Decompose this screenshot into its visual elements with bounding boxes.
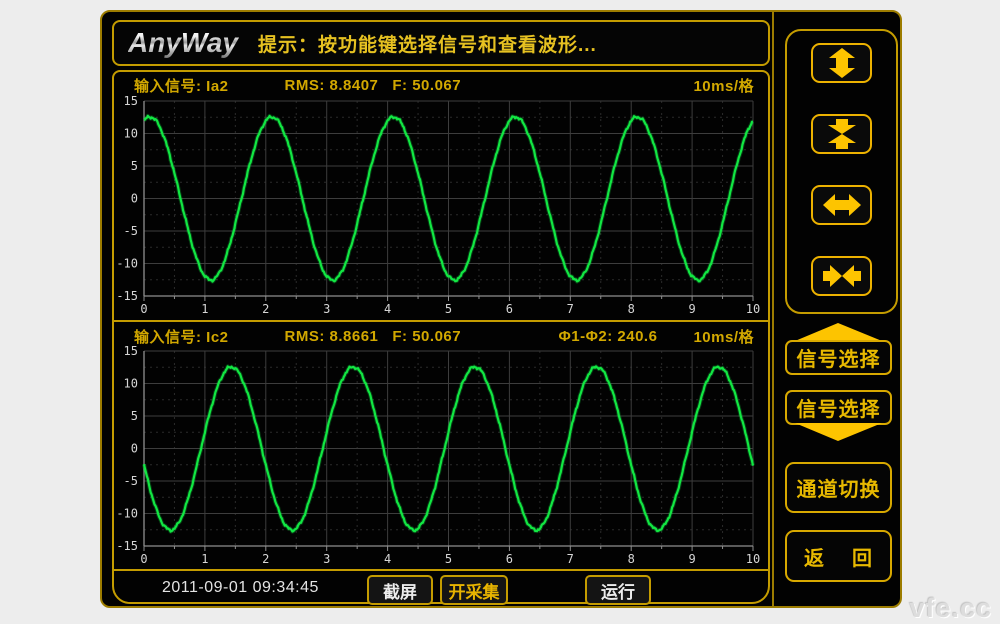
svg-text:5: 5 xyxy=(131,409,138,423)
svg-text:5: 5 xyxy=(131,159,138,173)
svg-text:10: 10 xyxy=(124,127,138,141)
channel-switch-button[interactable]: 通道切换 xyxy=(785,462,892,513)
back-button[interactable]: 返 回 xyxy=(785,530,892,582)
sidebar: 信号选择 信号选择 通道切换 返 回 xyxy=(772,12,900,606)
svg-text:6: 6 xyxy=(506,302,513,316)
waveform-chart-2: 151050-5-10-15012345678910 xyxy=(116,344,768,570)
signal-select-down-arrow-icon[interactable] xyxy=(795,423,882,441)
svg-text:7: 7 xyxy=(567,552,574,566)
svg-text:4: 4 xyxy=(384,552,391,566)
screenshot-button[interactable]: 截屏 xyxy=(367,575,433,605)
expand-vertical-button[interactable] xyxy=(811,43,872,83)
svg-text:15: 15 xyxy=(124,94,138,108)
waveform-chart-1: 151050-5-10-15012345678910 xyxy=(116,94,768,320)
channel1-rms: RMS: 8.8407 xyxy=(285,77,379,94)
footer-bar: 2011-09-01 09:34:45 截屏 开采集 运行 xyxy=(114,571,768,604)
svg-text:-15: -15 xyxy=(116,289,138,303)
svg-text:8: 8 xyxy=(628,302,635,316)
svg-text:3: 3 xyxy=(323,302,330,316)
expand-horizontal-button[interactable] xyxy=(811,185,872,225)
signal-select-down-button[interactable]: 信号选择 xyxy=(785,390,892,425)
svg-text:0: 0 xyxy=(131,442,138,456)
svg-text:0: 0 xyxy=(140,302,147,316)
expand-vertical-icon xyxy=(823,48,861,78)
svg-text:2: 2 xyxy=(262,552,269,566)
back-label-right: 回 xyxy=(852,542,873,571)
svg-text:-15: -15 xyxy=(116,539,138,553)
svg-text:1: 1 xyxy=(201,552,208,566)
svg-text:10: 10 xyxy=(124,377,138,391)
collapse-horizontal-icon xyxy=(822,262,862,290)
svg-text:-5: -5 xyxy=(124,474,138,488)
svg-text:7: 7 xyxy=(567,302,574,316)
watermark: vfe.cc xyxy=(909,593,992,624)
back-label-left: 返 xyxy=(804,542,825,571)
analyzer-screen: AnyWay 提示：按功能键选择信号和查看波形... 输入信号: Ia2 RMS… xyxy=(100,10,902,608)
channel1-frequency: F: 50.067 xyxy=(392,77,461,94)
channel2-frequency: F: 50.067 xyxy=(392,328,461,345)
svg-text:5: 5 xyxy=(445,302,452,316)
svg-text:6: 6 xyxy=(506,552,513,566)
svg-text:0: 0 xyxy=(131,192,138,206)
signal-select-up-button[interactable]: 信号选择 xyxy=(785,340,892,375)
svg-text:-10: -10 xyxy=(116,507,138,521)
expand-horizontal-icon xyxy=(822,191,862,219)
start-acquire-button[interactable]: 开采集 xyxy=(440,575,508,605)
channel-divider xyxy=(114,320,768,322)
channel1-timebase: 10ms/格 xyxy=(693,75,754,96)
svg-text:5: 5 xyxy=(445,552,452,566)
collapse-horizontal-button[interactable] xyxy=(811,256,872,296)
zoom-button-group xyxy=(785,29,898,314)
svg-text:0: 0 xyxy=(140,552,147,566)
svg-text:-5: -5 xyxy=(124,224,138,238)
run-button[interactable]: 运行 xyxy=(585,575,651,605)
svg-text:2: 2 xyxy=(262,302,269,316)
brand-logo: AnyWay xyxy=(128,27,242,59)
signal-select-down-label: 信号选择 xyxy=(797,393,881,422)
phase-difference: Φ1-Φ2: 240.6 xyxy=(558,328,657,345)
channel-switch-label: 通道切换 xyxy=(797,473,881,502)
timestamp: 2011-09-01 09:34:45 xyxy=(162,579,319,597)
signal-select-up-label: 信号选择 xyxy=(797,343,881,372)
svg-text:8: 8 xyxy=(628,552,635,566)
channel2-rms: RMS: 8.8661 xyxy=(285,328,379,345)
waveform-panel: 输入信号: Ia2 RMS: 8.8407 F: 50.067 10ms/格 1… xyxy=(112,70,770,604)
collapse-vertical-button[interactable] xyxy=(811,114,872,154)
header-bar: AnyWay 提示：按功能键选择信号和查看波形... xyxy=(112,20,770,66)
svg-text:1: 1 xyxy=(201,302,208,316)
signal-select-up-arrow-icon[interactable] xyxy=(795,323,882,341)
channel1-label: 输入信号: Ia2 xyxy=(134,75,229,96)
svg-text:15: 15 xyxy=(124,344,138,358)
svg-text:9: 9 xyxy=(688,552,695,566)
svg-text:4: 4 xyxy=(384,302,391,316)
svg-text:10: 10 xyxy=(746,302,760,316)
svg-text:-10: -10 xyxy=(116,257,138,271)
svg-text:10: 10 xyxy=(746,552,760,566)
prompt-text: 提示：按功能键选择信号和查看波形... xyxy=(258,30,597,57)
collapse-vertical-icon xyxy=(823,119,861,149)
svg-text:9: 9 xyxy=(688,302,695,316)
svg-text:3: 3 xyxy=(323,552,330,566)
